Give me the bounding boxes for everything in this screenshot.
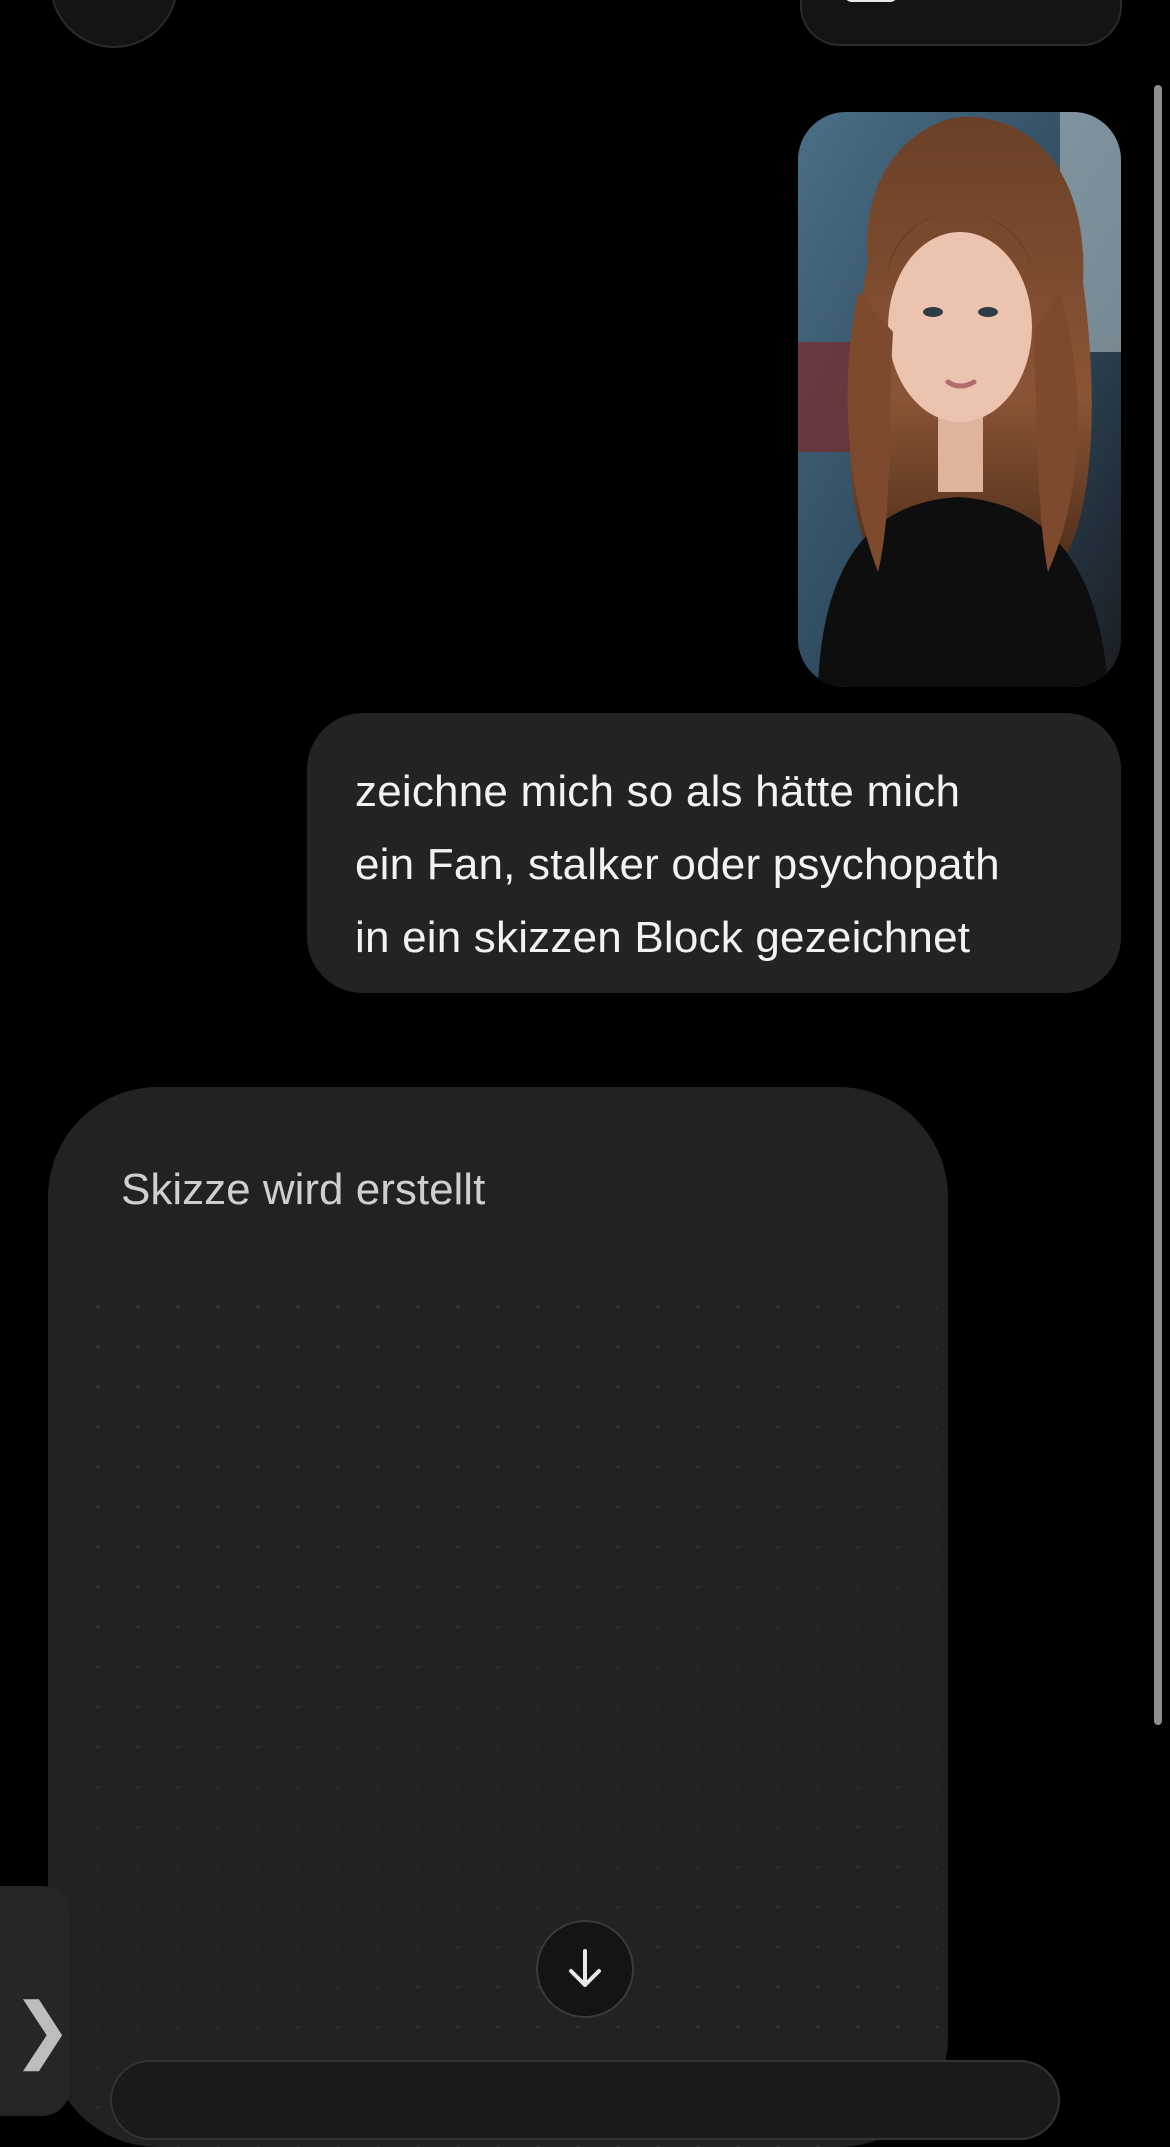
composer-bar[interactable] <box>110 2060 1060 2140</box>
scroll-to-bottom-button[interactable] <box>536 1920 634 2018</box>
arrow-down-icon <box>569 1949 601 1987</box>
message-line-2: ein Fan, stalker oder psychopath <box>355 840 1000 889</box>
image-generation-card: Skizze wird erstellt <box>48 1087 948 2147</box>
side-panel-tab[interactable]: ❯ <box>0 1886 73 2116</box>
chevron-right-icon: ❯ <box>12 1990 73 2070</box>
user-message-bubble: zeichne mich so als hätte mich ein Fan, … <box>307 713 1121 993</box>
generation-status-text: Skizze wird erstellt <box>121 1165 486 1214</box>
message-line-1: zeichne mich so als hätte mich <box>355 767 961 816</box>
portrait-image <box>798 112 1121 687</box>
loading-dot-grid <box>78 1287 938 2147</box>
message-line-3: in ein skizzen Block gezeichnet <box>355 913 971 962</box>
top-left-circle-button[interactable] <box>50 0 178 48</box>
top-right-pill-button[interactable] <box>800 0 1122 46</box>
tray-icon <box>844 0 898 2</box>
scrollbar[interactable] <box>1154 85 1162 1725</box>
user-photo-attachment[interactable] <box>798 112 1121 687</box>
